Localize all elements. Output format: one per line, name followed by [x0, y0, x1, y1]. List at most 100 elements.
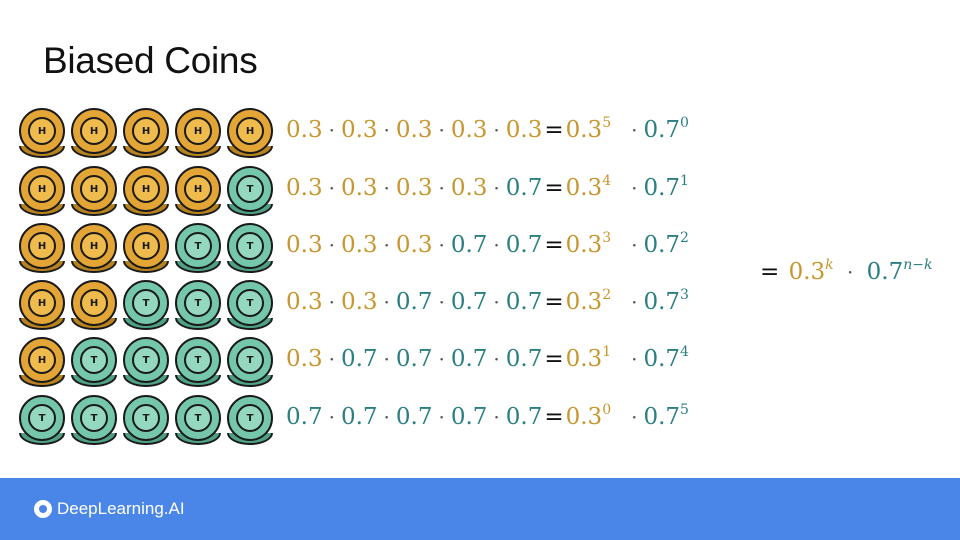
tails-probability: 0.7	[505, 175, 543, 201]
heads-base: 0.3	[565, 175, 603, 201]
equals-sign: =	[544, 175, 564, 201]
tails-exponent: n−k	[903, 257, 933, 273]
coin-face-letter: H	[28, 289, 56, 317]
heads-coin-icon: H	[19, 166, 65, 216]
coin-face-letter: H	[236, 117, 264, 145]
coin-face-letter: T	[184, 232, 212, 260]
heads-coin-icon: H	[19, 337, 65, 387]
multiply-dot: ·	[383, 290, 390, 314]
heads-probability: 0.3	[450, 117, 488, 143]
coin-face-letter: H	[28, 117, 56, 145]
multiply-dot: ·	[493, 118, 500, 142]
multiply-dot: ·	[438, 405, 445, 429]
general-formula: = 0.3k · 0.7n−k	[758, 252, 932, 292]
tails-base: 0.7	[643, 289, 681, 315]
heads-probability: 0.3	[286, 175, 323, 201]
equals-sign: =	[544, 117, 564, 143]
coin-face-letter: T	[184, 289, 212, 317]
heads-coin-icon: H	[71, 108, 117, 158]
tails-base: 0.7	[643, 404, 681, 430]
heads-probability: 0.3	[450, 175, 488, 201]
heads-coin-icon: H	[19, 280, 65, 330]
multiply-dot: ·	[383, 118, 390, 142]
outcome-row: T T T T T 0.7 · 0.7 · 0.7 · 0.7 · 0.7=0.30 · 0.75	[0, 395, 760, 453]
coin-face-letter: H	[28, 346, 56, 374]
tails-coin-icon: T	[227, 395, 273, 445]
deeplearning-logo-icon	[34, 500, 52, 518]
heads-coin-icon: H	[19, 108, 65, 158]
tails-coin-icon: T	[123, 280, 169, 330]
probability-expression: 0.3 · 0.3 · 0.7 · 0.7 · 0.7=0.32 · 0.73	[286, 282, 689, 322]
multiply-dot: ·	[631, 118, 638, 142]
heads-coin-icon: H	[19, 223, 65, 273]
tails-probability: 0.7	[450, 346, 488, 372]
multiply-dot: ·	[328, 290, 335, 314]
tails-coin-icon: T	[123, 337, 169, 387]
heads-probability: 0.3	[395, 117, 433, 143]
outcome-row: H T T T T 0.3 · 0.7 · 0.7 · 0.7 · 0.7=0.31 · 0.74	[0, 337, 760, 395]
coin-face-letter: T	[132, 404, 160, 432]
tails-coin-icon: T	[227, 223, 273, 273]
multiply-dot: ·	[438, 176, 445, 200]
multiply-dot: ·	[438, 233, 445, 257]
tails-coin-icon: T	[19, 395, 65, 445]
heads-exponent: 2	[602, 287, 612, 303]
heads-probability: 0.3	[340, 232, 378, 258]
multiply-dot: ·	[328, 233, 335, 257]
multiply-dot: ·	[631, 176, 638, 200]
multiply-dot: ·	[631, 290, 638, 314]
outcome-row: H H H H H 0.3 · 0.3 · 0.3 · 0.3 · 0.3=0.35 · 0.70	[0, 108, 760, 166]
heads-probability: 0.3	[286, 289, 323, 315]
tails-probability: 0.7	[286, 404, 323, 430]
equals-sign: =	[544, 404, 564, 430]
tails-exponent: 3	[680, 287, 689, 303]
multiply-dot: ·	[438, 290, 445, 314]
tails-coin-icon: T	[227, 280, 273, 330]
tails-coin-icon: T	[227, 166, 273, 216]
heads-probability: 0.3	[395, 175, 433, 201]
coin-face-letter: H	[184, 117, 212, 145]
coin-face-letter: T	[184, 346, 212, 374]
outcome-row: H H H H T 0.3 · 0.3 · 0.3 · 0.3 · 0.7=0.34 · 0.71	[0, 166, 760, 224]
heads-coin-icon: H	[71, 166, 117, 216]
coin-face-letter: T	[132, 289, 160, 317]
heads-coin-icon: H	[227, 108, 273, 158]
outcome-row: H H H T T 0.3 · 0.3 · 0.3 · 0.7 · 0.7=0.33 · 0.72	[0, 223, 760, 281]
multiply-dot: ·	[631, 347, 638, 371]
coin-face-letter: T	[80, 346, 108, 374]
heads-exponent: 3	[602, 230, 612, 246]
tails-coin-icon: T	[123, 395, 169, 445]
heads-coin-icon: H	[123, 108, 169, 158]
coin-face-letter: T	[184, 404, 212, 432]
heads-base: 0.3	[565, 346, 603, 372]
brand-name: DeepLearning.AI	[57, 499, 185, 518]
tails-probability: 0.7	[450, 232, 488, 258]
tails-probability: 0.7	[395, 289, 433, 315]
heads-coin-icon: H	[71, 223, 117, 273]
tails-probability: 0.7	[340, 346, 378, 372]
heads-exponent: 4	[602, 173, 612, 189]
coin-face-letter: H	[184, 175, 212, 203]
coin-face-letter: H	[132, 175, 160, 203]
heads-base: 0.3	[565, 289, 603, 315]
multiply-dot: ·	[493, 405, 500, 429]
tails-exponent: 2	[680, 230, 689, 246]
heads-exponent: 1	[602, 344, 612, 360]
tails-coin-icon: T	[175, 223, 221, 273]
tails-coin-icon: T	[175, 337, 221, 387]
multiply-dot: ·	[383, 347, 390, 371]
tails-exponent: 0	[680, 115, 689, 131]
equals-sign: =	[544, 289, 564, 315]
tails-probability: 0.7	[450, 404, 488, 430]
tails-coin-icon: T	[227, 337, 273, 387]
heads-probability: 0.3	[340, 175, 378, 201]
multiply-dot: ·	[328, 405, 335, 429]
tails-base: 0.7	[643, 346, 681, 372]
coin-face-letter: H	[80, 175, 108, 203]
equals-sign: =	[544, 232, 564, 258]
tails-probability: 0.7	[505, 404, 543, 430]
probability-expression: 0.3 · 0.3 · 0.3 · 0.7 · 0.7=0.33 · 0.72	[286, 225, 689, 265]
multiply-dot: ·	[383, 233, 390, 257]
multiply-dot: ·	[846, 260, 854, 284]
brand: DeepLearning.AI	[34, 499, 185, 519]
